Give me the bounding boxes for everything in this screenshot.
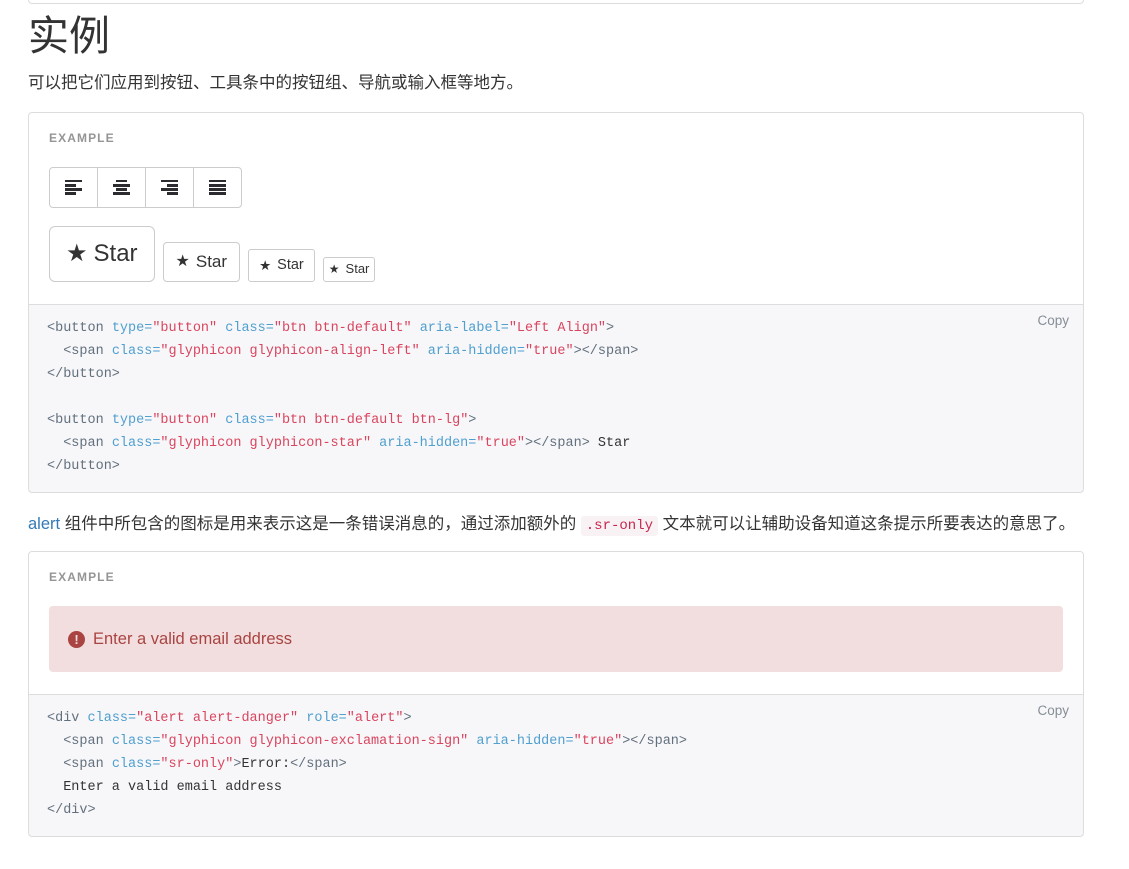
align-left-icon bbox=[65, 179, 82, 196]
star-button-large[interactable]: ★ Star bbox=[49, 225, 155, 282]
paragraph-part-2: 文本就可以让辅助设备知道这条提示所要表达的意思了。 bbox=[658, 514, 1076, 533]
star-button-label: Star bbox=[345, 261, 370, 277]
example-label: EXAMPLE bbox=[49, 130, 115, 145]
sr-only-code: .sr-only bbox=[580, 515, 658, 536]
star-icon: ★ bbox=[328, 262, 340, 277]
star-button-label: Star bbox=[195, 251, 228, 271]
alert-description-paragraph: alert 组件中所包含的图标是用来表示这是一条错误消息的，通过添加额外的 .s… bbox=[28, 511, 1090, 537]
page-root: 实例 可以把它们应用到按钮、工具条中的按钮组、导航或输入框等地方。 EXAMPL… bbox=[0, 13, 1129, 853]
alert-link[interactable]: alert bbox=[28, 515, 60, 533]
copy-button[interactable]: Copy bbox=[1031, 701, 1075, 720]
example-container-buttons: EXAMPLE ★ Star ★ Star ★ Star ★ Star bbox=[28, 111, 1084, 305]
justify-align-button[interactable] bbox=[193, 166, 242, 208]
star-button-extra-small[interactable]: ★ Star bbox=[322, 256, 376, 282]
alert-message: Enter a valid email address bbox=[93, 629, 293, 648]
previous-section-container-edge bbox=[28, 0, 1084, 4]
star-button-label: Star bbox=[93, 239, 138, 267]
alert-danger: ! Enter a valid email address bbox=[49, 606, 1063, 673]
right-align-button[interactable] bbox=[145, 166, 194, 208]
content-column: 实例 可以把它们应用到按钮、工具条中的按钮组、导航或输入框等地方。 EXAMPL… bbox=[28, 13, 1090, 838]
example-label: EXAMPLE bbox=[49, 570, 115, 585]
star-button-small[interactable]: ★ Star bbox=[248, 248, 315, 282]
exclamation-sign-icon: ! bbox=[68, 630, 85, 648]
copy-button[interactable]: Copy bbox=[1031, 311, 1075, 330]
code-block-alert: Copy <div class="alert alert-danger" rol… bbox=[28, 695, 1084, 838]
page-lead-text: 可以把它们应用到按钮、工具条中的按钮组、导航或输入框等地方。 bbox=[28, 74, 523, 93]
code-content-buttons: <button type="button" class="btn btn-def… bbox=[47, 320, 639, 474]
example-container-alert: EXAMPLE ! Enter a valid email address bbox=[28, 551, 1084, 696]
star-button-default[interactable]: ★ Star bbox=[162, 241, 241, 282]
code-content-alert: <div class="alert alert-danger" role="al… bbox=[47, 711, 688, 819]
align-right-icon bbox=[161, 179, 178, 196]
center-align-button[interactable] bbox=[97, 166, 146, 208]
star-icon: ★ bbox=[175, 252, 190, 270]
left-align-button[interactable] bbox=[49, 166, 98, 208]
star-button-label: Star bbox=[277, 257, 304, 274]
paragraph-part-1: 组件中所包含的图标是用来表示这是一条错误消息的，通过添加额外的 bbox=[60, 514, 581, 533]
align-button-group[interactable] bbox=[49, 166, 242, 208]
align-justify-icon bbox=[209, 179, 226, 196]
code-block-buttons: Copy <button type="button" class="btn bt… bbox=[28, 304, 1084, 493]
page-title: 实例 bbox=[28, 13, 110, 59]
star-icon: ★ bbox=[66, 239, 88, 267]
star-buttons-row: ★ Star ★ Star ★ Star ★ Star bbox=[49, 225, 1063, 282]
align-center-icon bbox=[113, 179, 130, 196]
star-icon: ★ bbox=[259, 257, 272, 273]
